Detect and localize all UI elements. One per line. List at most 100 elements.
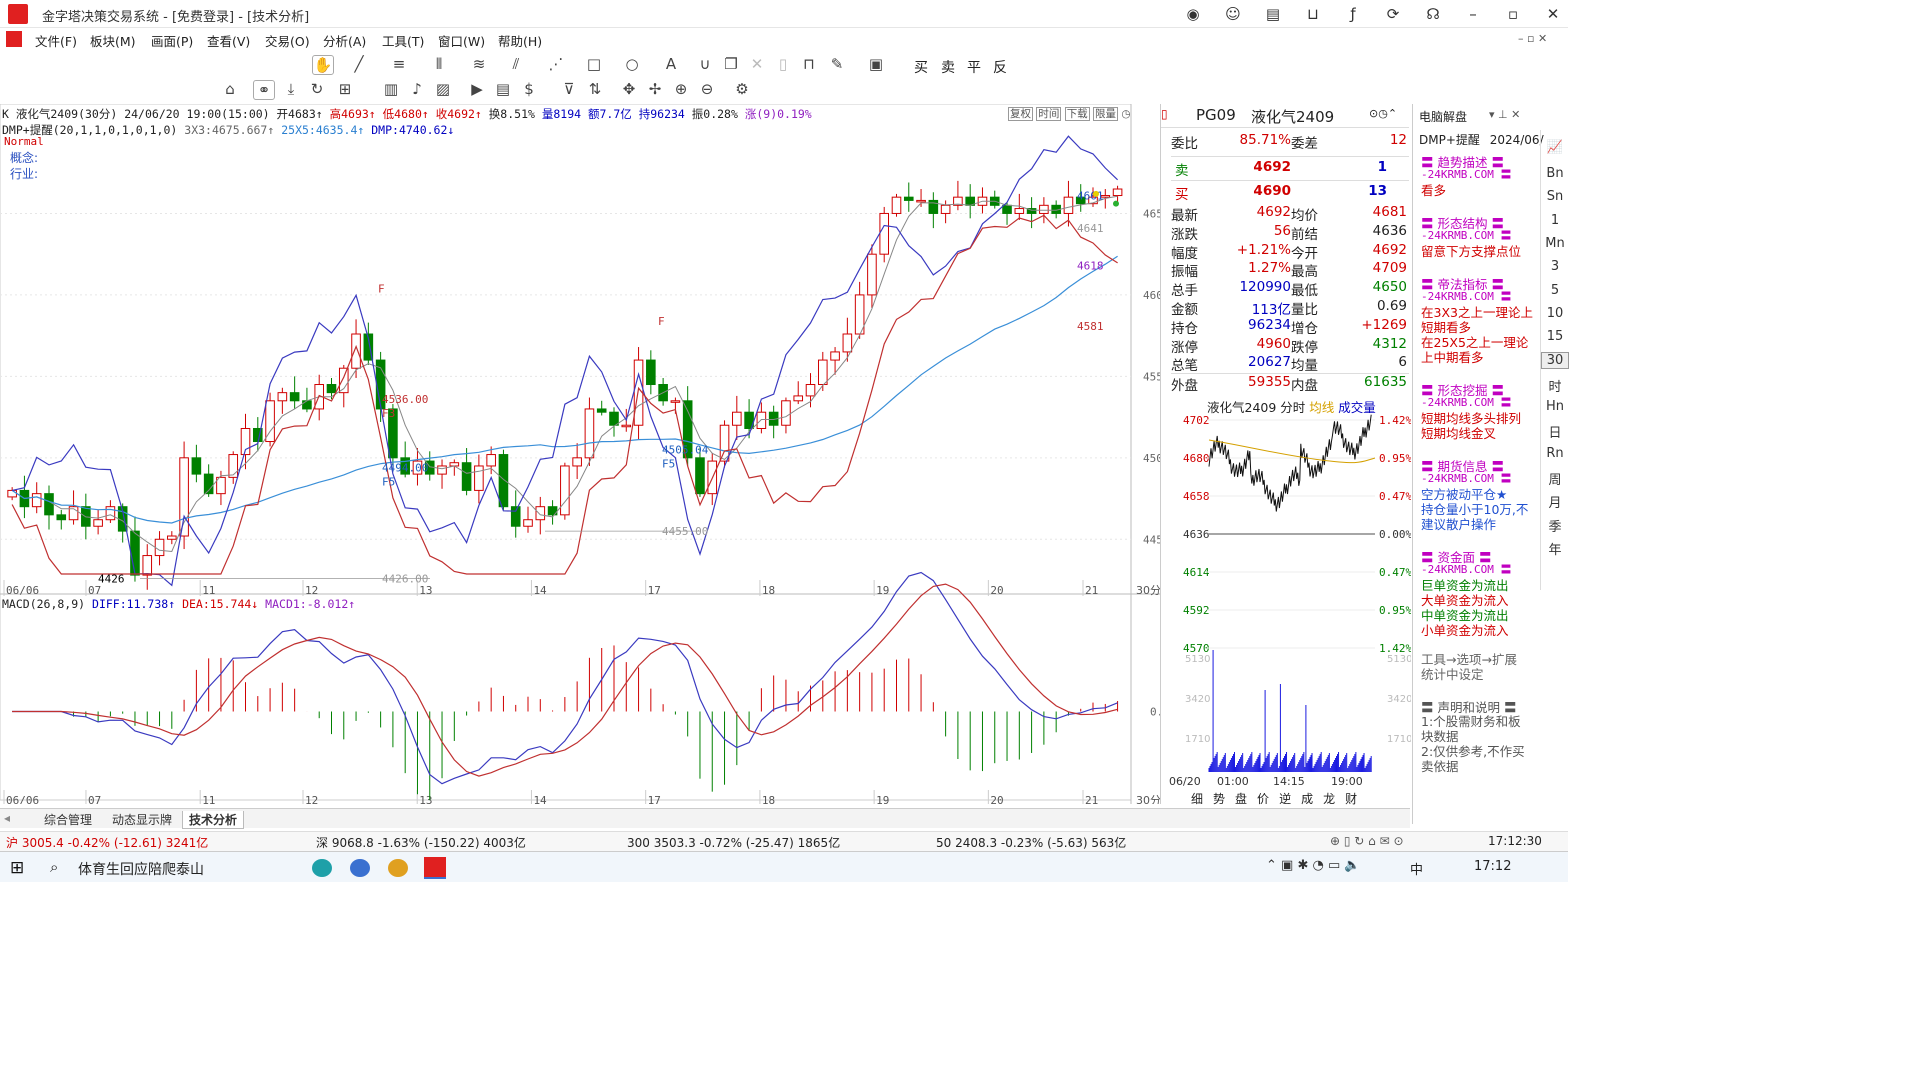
tab-scroll-left[interactable]: ◂ bbox=[4, 811, 10, 825]
period-15[interactable]: 15 bbox=[1541, 329, 1569, 344]
mini-tab[interactable]: 成 bbox=[1301, 792, 1313, 806]
taskbar-search-text[interactable]: 体育生回应陪爬泰山 bbox=[78, 859, 204, 879]
menu-window[interactable]: 窗口(W) bbox=[438, 31, 485, 50]
trash-icon[interactable]: ▯ bbox=[772, 55, 794, 73]
mini-tab[interactable]: 龙 bbox=[1323, 792, 1335, 806]
search-icon[interactable]: ⌕ bbox=[50, 858, 58, 876]
cart-icon[interactable]: ⊔ bbox=[1303, 5, 1323, 23]
move-icon[interactable]: ✥ bbox=[618, 80, 640, 98]
headset-icon[interactable]: ☊ bbox=[1423, 5, 1443, 23]
mini-tab[interactable]: 逆 bbox=[1279, 792, 1291, 806]
period-5[interactable]: 5 bbox=[1541, 283, 1569, 298]
refresh-icon[interactable]: ↻ bbox=[306, 80, 328, 98]
menu-block[interactable]: 板块(M) bbox=[90, 31, 136, 50]
play-icon[interactable]: ▶ bbox=[466, 80, 488, 98]
menu-view[interactable]: 查看(V) bbox=[207, 31, 250, 50]
mini-tab[interactable]: 细 bbox=[1191, 792, 1203, 806]
filter-icon[interactable]: ⊽ bbox=[558, 80, 580, 98]
link-icon[interactable]: ⚭ bbox=[253, 80, 275, 100]
user-icon[interactable]: ☺ bbox=[1223, 5, 1243, 23]
period-Mn[interactable]: Mn bbox=[1541, 236, 1569, 251]
mini-tab[interactable]: 盘 bbox=[1235, 792, 1247, 806]
intraday-chart[interactable]: 4702 1.42% 4680 0.95% 4658 0.47% 4636 0.00% 4614… bbox=[1161, 410, 1411, 790]
menu-app-icon[interactable] bbox=[6, 31, 22, 47]
grid-icon[interactable]: ⊞ bbox=[334, 80, 356, 98]
menu-trade[interactable]: 交易(O) bbox=[265, 31, 310, 50]
tab-general[interactable]: 综合管理 bbox=[44, 811, 92, 828]
period-日[interactable]: 日 bbox=[1541, 422, 1569, 441]
buy-button[interactable]: 买 bbox=[914, 57, 928, 77]
ellipse-tool-icon[interactable]: ○ bbox=[621, 55, 643, 73]
sort-icon[interactable]: ⇅ bbox=[584, 80, 606, 98]
mini-tab[interactable]: 势 bbox=[1213, 792, 1225, 806]
rect-tool-icon[interactable]: □ bbox=[583, 55, 605, 73]
ime-indicator[interactable]: 中 bbox=[1410, 859, 1423, 878]
bar-chart-icon[interactable]: ▥ bbox=[380, 80, 402, 98]
settings-icon[interactable]: ⚙ bbox=[731, 80, 753, 98]
menu-screen[interactable]: 画面(P) bbox=[151, 31, 193, 50]
bell-icon[interactable]: ♪ bbox=[406, 80, 428, 98]
period-Rn[interactable]: Rn bbox=[1541, 446, 1569, 461]
zoom-out-icon[interactable]: ⊖ bbox=[696, 80, 718, 98]
cycle-tool-icon[interactable]: ⦀ bbox=[428, 55, 450, 73]
copy-icon[interactable]: ❐ bbox=[720, 55, 742, 73]
hand-tool-icon[interactable]: ✋ bbox=[312, 55, 334, 75]
formula-icon[interactable]: ƒ bbox=[1343, 5, 1363, 23]
menu-analysis[interactable]: 分析(A) bbox=[323, 31, 366, 50]
home-icon[interactable]: ⌂ bbox=[219, 80, 241, 98]
browser-icon[interactable] bbox=[350, 859, 370, 877]
minimize-icon[interactable]: – bbox=[1463, 5, 1483, 23]
fan-tool-icon[interactable]: ≋ bbox=[468, 55, 490, 73]
period-3[interactable]: 3 bbox=[1541, 259, 1569, 274]
report-icon[interactable]: ▤ bbox=[492, 80, 514, 98]
save-icon[interactable]: ▣ bbox=[865, 55, 887, 73]
zoom-in-icon[interactable]: ⊕ bbox=[670, 80, 692, 98]
restore-icon[interactable]: ▫ bbox=[1503, 5, 1523, 23]
magnet-icon[interactable]: ∪ bbox=[694, 55, 716, 73]
mini-tab[interactable]: 价 bbox=[1257, 792, 1269, 806]
flat-button[interactable]: 平 bbox=[967, 57, 981, 77]
flag-icon[interactable]: ▯ bbox=[1161, 107, 1168, 121]
image-icon[interactable]: ▨ bbox=[432, 80, 454, 98]
kline-chart[interactable]: 4650 4600 4550 4500 4450 06/06 07 11 12 13 14 17 18 1… bbox=[0, 104, 1160, 804]
channel-tool-icon[interactable]: ⫽ bbox=[505, 55, 527, 73]
close-icon[interactable]: ✕ bbox=[1543, 5, 1563, 23]
period-chart-icon[interactable]: 📈 bbox=[1541, 140, 1569, 155]
line-tool-icon[interactable]: ╱ bbox=[348, 55, 370, 73]
menu-help[interactable]: 帮助(H) bbox=[498, 31, 542, 50]
rss-icon[interactable]: ◉ bbox=[1183, 5, 1203, 23]
tray-icons[interactable]: ⌃ ▣ ✱ ◔ ▭ 🔈 bbox=[1266, 858, 1361, 873]
period-月[interactable]: 月 bbox=[1541, 492, 1569, 511]
cross-icon[interactable]: ✢ bbox=[644, 80, 666, 98]
analysis-controls[interactable]: ▾ ⊥ ✕ bbox=[1489, 108, 1520, 121]
status-icons[interactable]: ⊕ ▯ ↻ ⌂ ✉ ⊙ bbox=[1330, 834, 1404, 848]
sell-button[interactable]: 卖 bbox=[941, 57, 955, 77]
quote-controls[interactable]: ⊙◷⌃ bbox=[1369, 107, 1397, 120]
period-季[interactable]: 季 bbox=[1541, 516, 1569, 535]
mdi-controls[interactable]: – ▫ ✕ bbox=[1518, 32, 1547, 45]
dollar-icon[interactable]: $ bbox=[518, 80, 540, 98]
fib-tool-icon[interactable]: ≡ bbox=[388, 55, 410, 73]
period-时[interactable]: 时 bbox=[1541, 376, 1569, 395]
period-1[interactable]: 1 bbox=[1541, 213, 1569, 228]
mini-tab[interactable]: 财 bbox=[1345, 792, 1357, 806]
period-10[interactable]: 10 bbox=[1541, 306, 1569, 321]
chrome-icon[interactable] bbox=[388, 859, 408, 877]
period-周[interactable]: 周 bbox=[1541, 469, 1569, 488]
tab-dynamic[interactable]: 动态显示牌 bbox=[112, 811, 172, 828]
pitch-tool-icon[interactable]: ⋰ bbox=[545, 55, 567, 73]
windows-start-icon[interactable]: ⊞ bbox=[10, 858, 24, 878]
edge-icon[interactable] bbox=[312, 859, 332, 877]
text-tool-icon[interactable]: A bbox=[660, 55, 682, 73]
period-30[interactable]: 30 bbox=[1541, 352, 1569, 370]
menu-tools[interactable]: 工具(T) bbox=[382, 31, 424, 50]
reverse-button[interactable]: 反 bbox=[993, 57, 1007, 77]
period-年[interactable]: 年 bbox=[1541, 539, 1569, 558]
period-Sn[interactable]: Sn bbox=[1541, 189, 1569, 204]
menu-file[interactable]: 文件(F) bbox=[35, 31, 77, 50]
app-taskbar-icon[interactable] bbox=[424, 857, 446, 879]
tab-technical[interactable]: 技术分析 bbox=[182, 811, 245, 829]
document-icon[interactable]: ▤ bbox=[1263, 5, 1283, 23]
pen-icon[interactable]: ✎ bbox=[826, 55, 848, 73]
lock-icon[interactable]: ⊓ bbox=[798, 55, 820, 73]
